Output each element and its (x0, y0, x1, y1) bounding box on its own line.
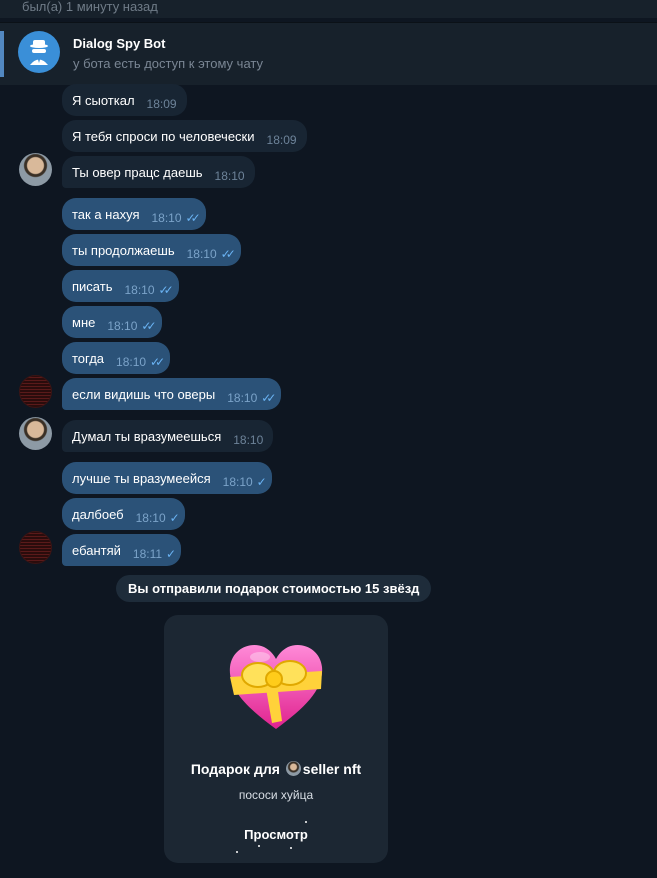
message-bubble[interactable]: Думал ты вразумеешься 18:10 (62, 420, 274, 452)
gift-title-prefix: Подарок для (190, 761, 280, 777)
banner-accent-bar (0, 31, 4, 77)
gift-title: Подарок для seller nft (164, 761, 388, 777)
message-bubble[interactable]: тогда 18:10 ✓✓ (62, 342, 171, 374)
recipient-avatar (285, 761, 301, 776)
message-bubble[interactable]: Я сыоткал 18:09 (62, 84, 187, 116)
message-time: 18:10 (151, 211, 182, 225)
message-text: Я сыоткал (72, 92, 135, 108)
message-time: 18:10 (135, 511, 166, 525)
own-avatar[interactable] (19, 531, 52, 564)
double-check-icon: ✓✓ (150, 355, 165, 369)
double-check-icon: ✓✓ (185, 211, 201, 225)
sparkle (258, 845, 260, 847)
message-bubble[interactable]: если видишь что оверы 18:10 ✓✓ (62, 378, 282, 410)
message-bubble[interactable]: ты продолжаешь 18:10 ✓✓ (62, 234, 241, 266)
contact-avatar[interactable] (19, 153, 52, 186)
double-check-icon: ✓✓ (261, 391, 276, 405)
double-check-icon: ✓✓ (141, 319, 156, 333)
message-bubble[interactable]: мне 18:10 ✓✓ (62, 306, 162, 338)
message-time: 18:10 (186, 247, 217, 261)
message-bubble[interactable]: далбоеб 18:10 ✓ (62, 498, 185, 530)
message-bubble[interactable]: Ты овер працс даешь 18:10 (62, 156, 255, 188)
message-bubble[interactable]: так а нахуя 18:10 ✓✓ (62, 198, 206, 230)
message-time: 18:10 (124, 283, 155, 297)
message-time: 18:10 (107, 319, 138, 333)
check-icon: ✓ (169, 511, 180, 525)
check-icon: ✓ (256, 475, 267, 489)
contact-avatar[interactable] (19, 417, 52, 450)
top-status-bar: был(а) 1 минуту назад (0, 0, 657, 18)
message-bubble[interactable]: Я тебя спроси по человечески 18:09 (62, 120, 307, 152)
sparkle (236, 851, 238, 853)
gift-card[interactable]: Подарок для seller nft пососи хуйца Прос… (164, 615, 388, 863)
spy-icon (18, 31, 60, 73)
message-time: 18:11 (132, 547, 163, 561)
message-text: далбоеб (72, 506, 124, 522)
message-text: так а нахуя (72, 206, 140, 222)
message-text: Ты овер працс даешь (72, 164, 203, 180)
double-check-icon: ✓✓ (158, 283, 174, 297)
message-text: тогда (72, 350, 105, 366)
message-text: писать (72, 278, 113, 294)
message-bubble[interactable]: ебантяй 18:11 ✓ (62, 534, 182, 566)
own-avatar[interactable] (19, 375, 52, 408)
message-time: 18:10 (233, 433, 264, 447)
bot-access-note: у бота есть доступ к этому чату (73, 56, 263, 71)
service-message: Вы отправили подарок стоимостью 15 звёзд (116, 575, 432, 602)
sparkle (305, 821, 307, 823)
message-text: ты продолжаешь (72, 242, 175, 258)
message-text: Я тебя спроси по человечески (72, 128, 255, 144)
message-time: 18:09 (146, 97, 177, 111)
message-bubble[interactable]: писать 18:10 ✓✓ (62, 270, 179, 302)
gift-message: пососи хуйца (238, 788, 314, 802)
message-text: ебантяй (72, 542, 121, 558)
double-check-icon: ✓✓ (220, 247, 236, 261)
message-text: Думал ты вразумеешься (72, 428, 222, 444)
check-icon: ✓ (166, 547, 176, 561)
view-gift-button[interactable]: Просмотр (164, 827, 388, 842)
message-time: 18:10 (116, 355, 147, 369)
heart-gift-icon (226, 637, 326, 737)
message-text: мне (72, 314, 96, 330)
message-text: лучше ты вразумеейся (72, 470, 211, 486)
message-time: 18:10 (222, 475, 253, 489)
message-text: если видишь что оверы (72, 386, 216, 402)
message-bubble[interactable]: лучше ты вразумеейся 18:10 ✓ (62, 462, 272, 494)
gift-recipient: seller nft (302, 761, 362, 777)
last-seen-status: был(а) 1 минуту назад (22, 0, 158, 14)
bot-access-banner[interactable]: Dialog Spy Bot у бота есть доступ к этом… (0, 22, 657, 85)
message-time: 18:09 (266, 133, 297, 147)
sparkle (290, 847, 292, 849)
message-time: 18:10 (227, 391, 258, 405)
message-time: 18:10 (214, 169, 245, 183)
bot-name: Dialog Spy Bot (73, 36, 166, 51)
